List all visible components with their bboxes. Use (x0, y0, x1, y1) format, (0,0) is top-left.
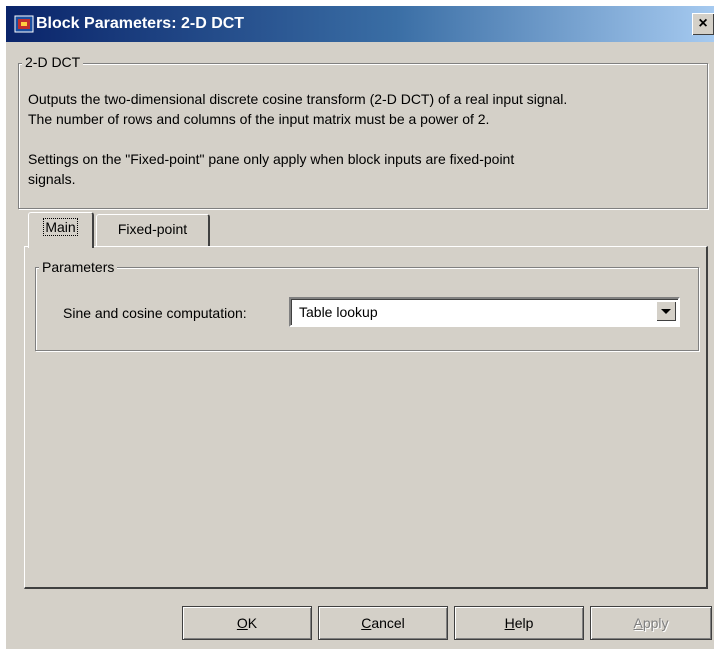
close-button[interactable]: × (692, 13, 714, 35)
parameters-group-title: Parameters (39, 259, 118, 275)
tab-main[interactable]: Main (28, 212, 94, 248)
tab-main-label: Main (43, 218, 78, 236)
apply-button[interactable]: Apply (590, 606, 712, 640)
description-text-line4: signals. (28, 171, 76, 187)
dialog-window: Block Parameters: 2-D DCT × 2-D DCT Outp… (6, 6, 714, 649)
description-group-title: 2-D DCT (22, 54, 84, 70)
description-group (18, 63, 708, 209)
cancel-accel: C (361, 615, 372, 631)
simulink-block-icon (14, 15, 34, 33)
title-bar[interactable]: Block Parameters: 2-D DCT × (6, 6, 714, 42)
window-title: Block Parameters: 2-D DCT (36, 15, 245, 32)
cancel-label-rest: ancel (371, 615, 405, 631)
description-text-line1: Outputs the two-dimensional discrete cos… (28, 91, 568, 107)
help-label-rest: elp (514, 615, 534, 631)
sine-cosine-value: Table lookup (299, 304, 378, 320)
sine-cosine-dropdown[interactable]: Table lookup (289, 297, 680, 327)
ok-button[interactable]: OK (182, 606, 312, 640)
description-text-line3: Settings on the "Fixed-point" pane only … (28, 151, 515, 167)
tab-panel-main: Parameters Sine and cosine computation: … (24, 246, 708, 589)
ok-label-rest: K (247, 615, 258, 631)
description-text-line2: The number of rows and columns of the in… (28, 111, 490, 127)
tab-fixed-point-label: Fixed-point (117, 221, 188, 237)
sine-cosine-label: Sine and cosine computation: (63, 305, 247, 321)
close-icon: × (698, 15, 708, 32)
apply-accel: A (633, 615, 643, 631)
help-accel: H (504, 615, 515, 631)
help-button[interactable]: Help (454, 606, 584, 640)
tab-fixed-point[interactable]: Fixed-point (96, 214, 210, 246)
chevron-down-icon[interactable] (656, 301, 676, 321)
cancel-button[interactable]: Cancel (318, 606, 448, 640)
apply-label-rest: pply (642, 615, 669, 631)
ok-accel: O (236, 615, 248, 631)
